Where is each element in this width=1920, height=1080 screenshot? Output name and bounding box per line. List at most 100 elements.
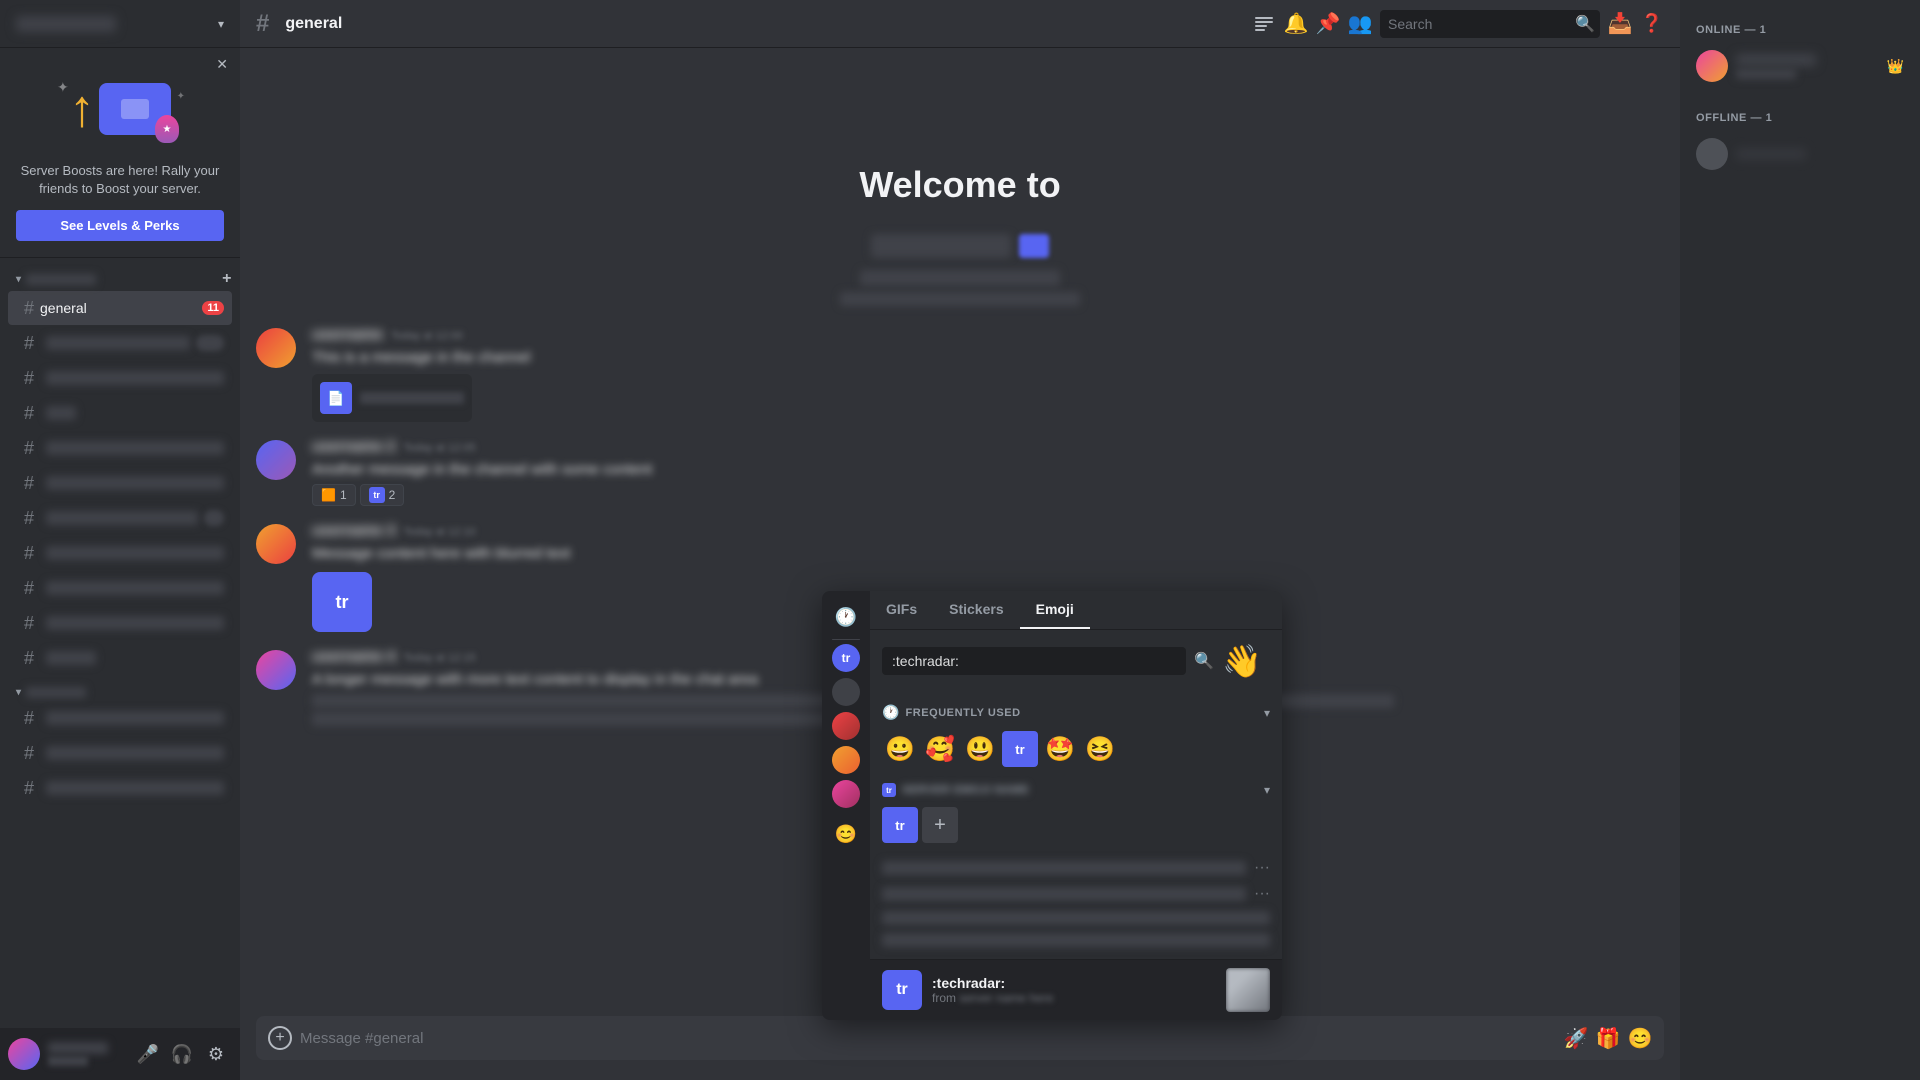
emoji-item[interactable]: 🤩 bbox=[1042, 731, 1078, 767]
chevron-down-icon: ▾ bbox=[218, 17, 224, 31]
search-input[interactable] bbox=[1388, 16, 1569, 32]
emoji-main-panel: GIFs Stickers Emoji 🔍 👋 bbox=[870, 591, 1282, 1020]
channel-item[interactable]: # bbox=[8, 361, 232, 395]
channel-item[interactable]: # bbox=[8, 326, 232, 360]
topbar-right: 🔔 📌 👥 🔍 📥 ❓ bbox=[1252, 10, 1664, 38]
message-timestamp: Today at 12:15 bbox=[403, 652, 475, 664]
emoji-result-name bbox=[882, 933, 1270, 947]
hash-icon: # bbox=[24, 438, 34, 459]
channel-item[interactable]: # bbox=[8, 606, 232, 640]
reaction[interactable]: 🟧1 bbox=[312, 484, 356, 506]
emoji-button[interactable]: 😊 bbox=[1628, 1026, 1652, 1050]
hash-icon: # bbox=[24, 508, 34, 529]
see-levels-perks-button[interactable]: See Levels & Perks bbox=[16, 210, 224, 241]
channel-item[interactable]: # bbox=[8, 501, 232, 535]
attachment-text bbox=[360, 392, 464, 404]
emoji-face-icon[interactable]: 😊 bbox=[828, 816, 864, 852]
emoji-sidebar-item[interactable] bbox=[832, 780, 860, 808]
emoji-search-input[interactable] bbox=[882, 647, 1186, 675]
channel-category[interactable]: ▾ + bbox=[0, 266, 240, 290]
server-header[interactable]: ▾ bbox=[0, 0, 240, 48]
emoji-from-server: server name here bbox=[959, 991, 1053, 1005]
user-area: 🎤 🎧 ⚙ bbox=[0, 1028, 240, 1080]
emoji-results: ··· ··· bbox=[882, 855, 1270, 951]
search-bar[interactable]: 🔍 bbox=[1380, 10, 1600, 38]
emoji-result-dots: ··· bbox=[1254, 885, 1270, 903]
message-timestamp: Today at 12:05 bbox=[403, 442, 475, 454]
notification-icon[interactable]: 🔔 bbox=[1284, 12, 1308, 36]
chevron-icon[interactable]: ▾ bbox=[1264, 706, 1270, 720]
emoji-item[interactable]: 😃 bbox=[962, 731, 998, 767]
channel-item[interactable]: # bbox=[8, 466, 232, 500]
waving-hand-emoji: 👋 bbox=[1222, 638, 1270, 684]
emoji-item[interactable]: 😀 bbox=[882, 731, 918, 767]
tab-emoji[interactable]: Emoji bbox=[1020, 591, 1090, 629]
channel-item[interactable]: # bbox=[8, 536, 232, 570]
server-emoji-category: tr SERVER EMOJI NAME ▾ tr + bbox=[882, 779, 1270, 843]
emoji-footer-info: :techradar: from server name here bbox=[932, 975, 1216, 1005]
message-header: username 2 Today at 12:05 bbox=[312, 438, 1664, 455]
message-text: This is a message in the channel bbox=[312, 347, 1664, 368]
emoji-body[interactable]: 🕐 FREQUENTLY USED ▾ 😀 🥰 😃 tr 🤩 😆 bbox=[870, 692, 1282, 959]
member-item-offline[interactable] bbox=[1688, 132, 1912, 176]
emoji-footer-icon: tr bbox=[882, 970, 922, 1010]
chat-wrapper: Welcome to us bbox=[240, 48, 1680, 1080]
boost-icon[interactable]: 🚀 bbox=[1564, 1026, 1588, 1050]
channel-category-header[interactable]: ▾ bbox=[0, 683, 240, 700]
tab-stickers[interactable]: Stickers bbox=[933, 591, 1019, 629]
close-icon[interactable]: ✕ bbox=[216, 56, 228, 73]
emoji-item[interactable]: 🥰 bbox=[922, 731, 958, 767]
channel-item[interactable]: # bbox=[8, 771, 232, 805]
hash-icon: # bbox=[24, 743, 34, 764]
emoji-custom-item-tr[interactable]: tr bbox=[882, 807, 918, 843]
message-timestamp: Today at 12:10 bbox=[403, 526, 475, 538]
hash-icon: # bbox=[24, 648, 34, 669]
channel-item[interactable]: # bbox=[8, 701, 232, 735]
main-content: # general 🔔 📌 👥 🔍 📥 ❓ bbox=[240, 0, 1680, 1080]
channel-item[interactable]: # bbox=[8, 396, 232, 430]
members-icon[interactable]: 👥 bbox=[1348, 12, 1372, 36]
custom-emoji-sidebar-icon[interactable]: tr bbox=[832, 644, 860, 672]
reaction[interactable]: tr 2 bbox=[360, 484, 405, 506]
hash-icon: # bbox=[24, 298, 34, 319]
mute-icon[interactable]: 🎤 bbox=[132, 1038, 164, 1070]
message-content: username 2 Today at 12:05 Another messag… bbox=[312, 438, 1664, 506]
channel-item[interactable]: # bbox=[8, 641, 232, 675]
message-text: Another message in the channel with some… bbox=[312, 459, 1664, 480]
channel-item[interactable]: # bbox=[8, 736, 232, 770]
member-item[interactable]: 👑 bbox=[1688, 44, 1912, 88]
channel-item-general[interactable]: # general 11 bbox=[8, 291, 232, 325]
add-content-button[interactable]: + bbox=[268, 1026, 292, 1050]
threads-icon[interactable] bbox=[1252, 12, 1276, 36]
emoji-custom-item-tr[interactable]: tr bbox=[1002, 731, 1038, 767]
server-emoji-label: tr SERVER EMOJI NAME bbox=[882, 783, 1029, 797]
channel-item[interactable]: # bbox=[8, 431, 232, 465]
member-avatar bbox=[1696, 50, 1728, 82]
channel-item[interactable]: # bbox=[8, 571, 232, 605]
help-icon[interactable]: ❓ bbox=[1640, 12, 1664, 36]
message-input[interactable] bbox=[300, 1030, 1556, 1047]
emoji-item[interactable]: 😆 bbox=[1082, 731, 1118, 767]
welcome-description bbox=[240, 270, 1680, 286]
emoji-sidebar-item[interactable] bbox=[832, 712, 860, 740]
deafen-icon[interactable]: 🎧 bbox=[166, 1038, 198, 1070]
chevron-icon[interactable]: ▾ bbox=[1264, 783, 1270, 797]
emoji-preview-thumbnail bbox=[1226, 968, 1270, 1012]
inbox-icon[interactable]: 📥 bbox=[1608, 12, 1632, 36]
emoji-sidebar-item[interactable] bbox=[832, 746, 860, 774]
online-section-title: ONLINE — 1 bbox=[1688, 16, 1912, 40]
recent-emoji-icon[interactable]: 🕐 bbox=[828, 599, 864, 635]
hash-icon: # bbox=[24, 543, 34, 564]
gift-icon[interactable]: 🎁 bbox=[1596, 1026, 1620, 1050]
category-title: FREQUENTLY USED bbox=[905, 707, 1020, 719]
server-name bbox=[16, 16, 116, 32]
search-icon: 🔍 bbox=[1575, 14, 1595, 34]
pin-icon[interactable]: 📌 bbox=[1316, 12, 1340, 36]
boost-banner: ✕ ↑ ★ ✦ ✦ Server Boosts are here! Rally … bbox=[0, 48, 240, 258]
emoji-sidebar-item[interactable] bbox=[832, 678, 860, 706]
emoji-add-button[interactable]: + bbox=[922, 807, 958, 843]
settings-icon[interactable]: ⚙ bbox=[200, 1038, 232, 1070]
tab-gifs[interactable]: GIFs bbox=[870, 591, 933, 629]
topbar: # general 🔔 📌 👥 🔍 📥 ❓ bbox=[240, 0, 1680, 48]
emoji-sidebar-divider bbox=[832, 639, 860, 640]
